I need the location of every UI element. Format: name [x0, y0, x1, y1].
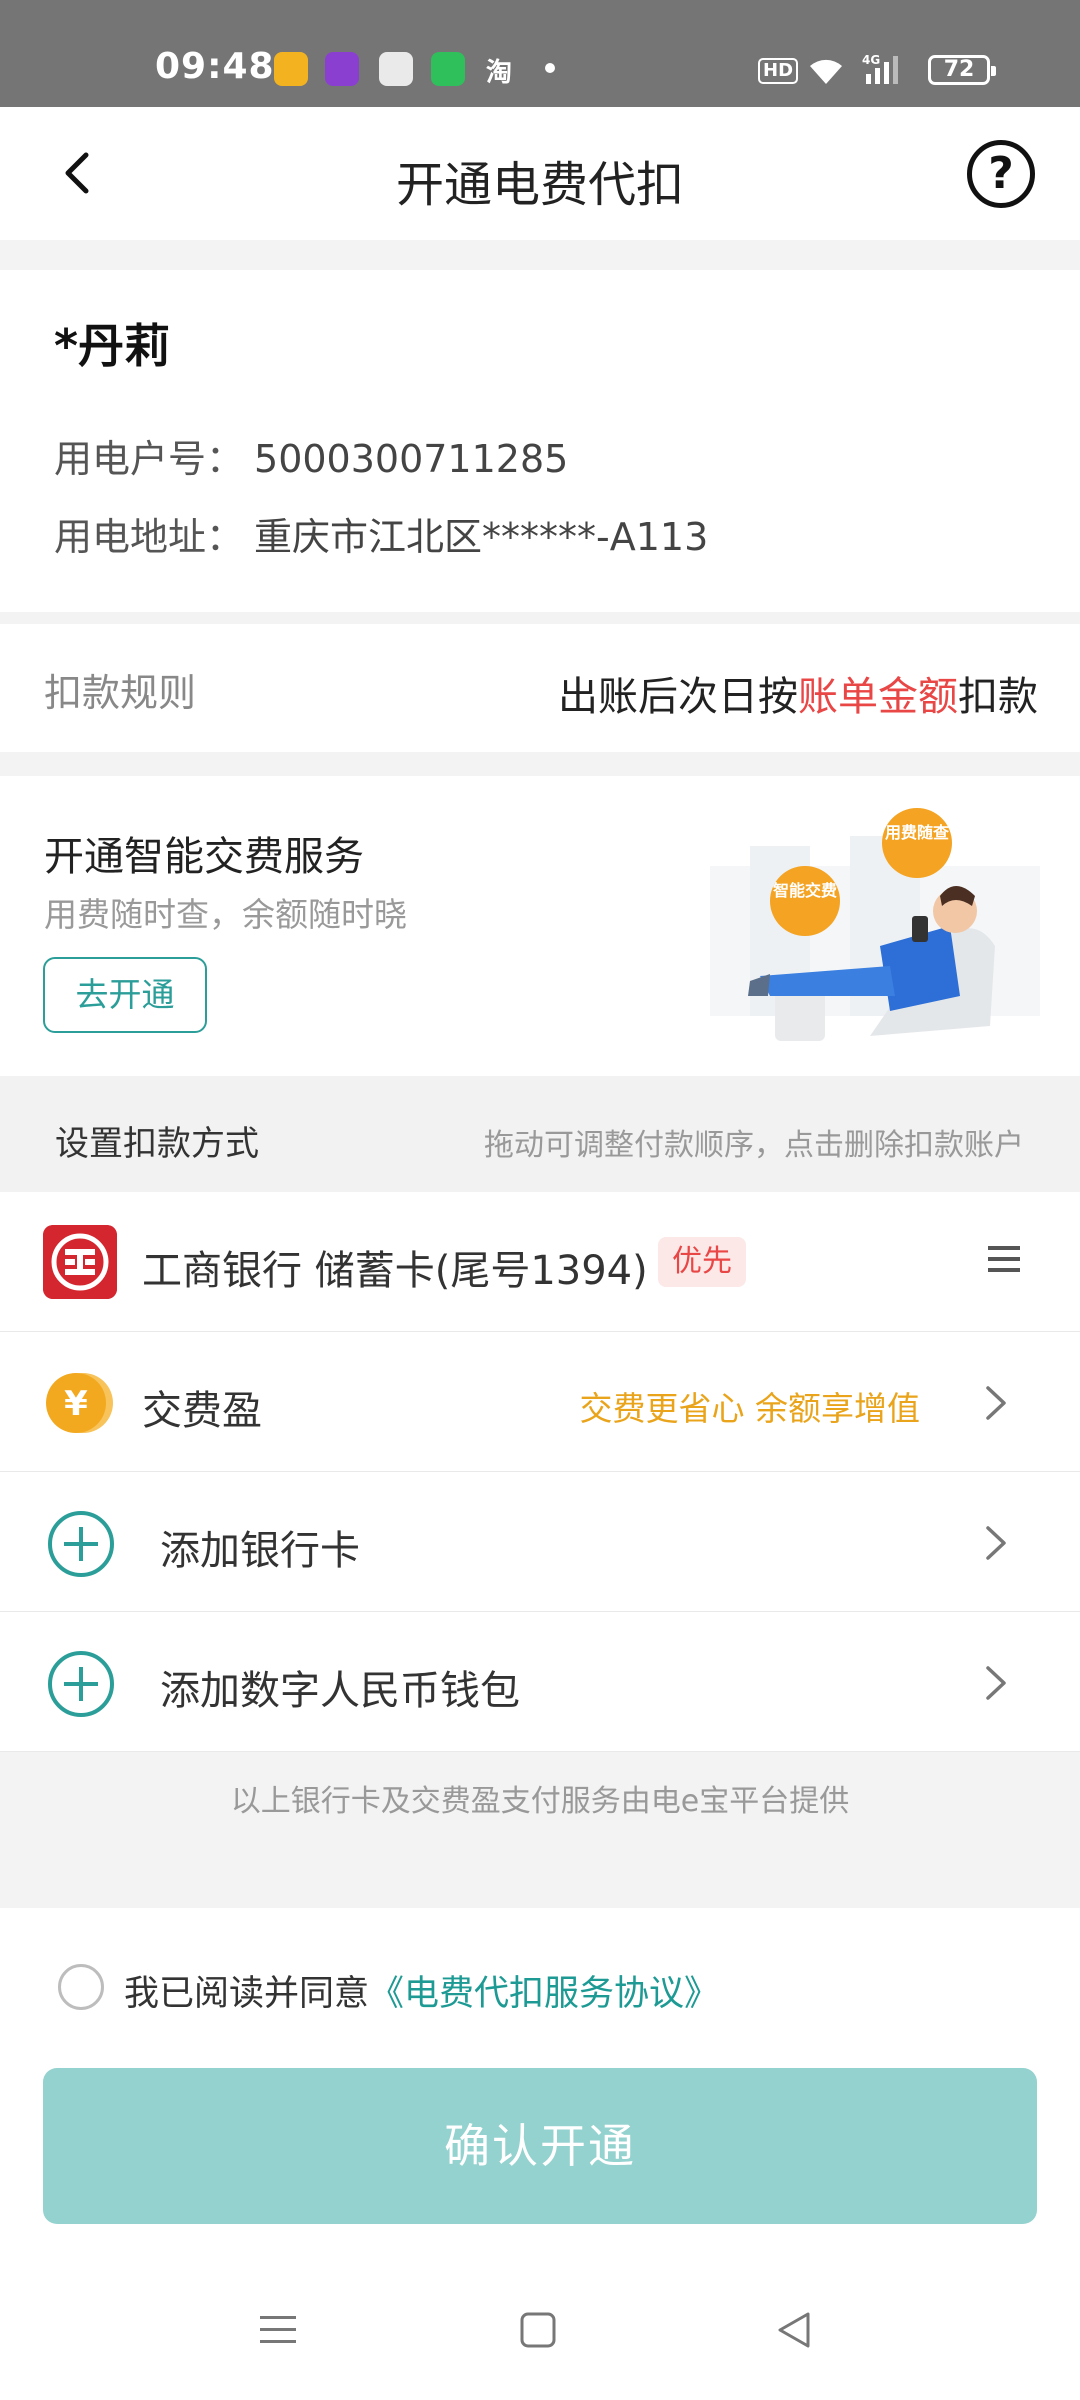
- deduction-rule-row: 扣款规则 出账后次日按账单金额扣款: [0, 624, 1080, 752]
- smart-service-illustration: 智能交费 用费随查: [650, 796, 1050, 1066]
- help-icon[interactable]: ?: [967, 140, 1035, 208]
- account-card: *丹莉 用电户号： 5000300711285 用电地址： 重庆市江北区******…: [0, 270, 1080, 612]
- phone-app-icon: [431, 52, 465, 86]
- add-bank-card-label: 添加银行卡: [160, 1528, 360, 1574]
- rule-highlight: 账单金额: [798, 674, 958, 720]
- chevron-right-icon: [986, 1666, 1006, 1700]
- agreement-link[interactable]: 《电费代扣服务协议》: [369, 1974, 719, 2014]
- system-nav-bar: [0, 2290, 1080, 2380]
- deduction-rule-label: 扣款规则: [44, 671, 197, 715]
- smart-service-subtitle: 用费随时查，余额随时晓: [44, 895, 407, 934]
- payment-section-hint: 拖动可调整付款顺序，点击删除扣款账户: [484, 1128, 1024, 1163]
- add-bank-card-row[interactable]: 添加银行卡: [0, 1472, 1080, 1612]
- account-number-row: 用电户号： 5000300711285: [54, 428, 568, 483]
- account-name: *丹莉: [54, 319, 171, 373]
- deduction-rule-value: 出账后次日按账单金额扣款: [558, 664, 1038, 722]
- account-number: 5000300711285: [254, 437, 569, 481]
- bank-app-icon: [325, 52, 359, 86]
- smart-pay-bubble: 智能交费: [770, 866, 840, 936]
- status-time: 09:48: [155, 46, 275, 87]
- jiaofeiying-tag: 交费更省心 余额享增值: [579, 1389, 921, 1428]
- smart-service-title: 开通智能交费服务: [44, 834, 364, 880]
- priority-badge: 优先: [658, 1237, 746, 1287]
- notification-dot-icon: [545, 63, 555, 73]
- icbc-logo-icon: [43, 1225, 117, 1299]
- payment-section-title: 设置扣款方式: [55, 1124, 259, 1164]
- header: 开通电费代扣 ?: [0, 107, 1080, 240]
- drag-handle-icon[interactable]: [988, 1244, 1020, 1274]
- weibo-app-icon: [274, 52, 308, 86]
- account-address-row: 用电地址： 重庆市江北区******-A113: [54, 506, 708, 561]
- rule-suffix: 扣款: [958, 674, 1038, 720]
- jiaofeiying-row[interactable]: ¥ 交费盈 交费更省心 余额享增值: [0, 1332, 1080, 1472]
- home-icon[interactable]: [518, 2310, 558, 2350]
- chevron-right-icon: [986, 1526, 1006, 1560]
- hd-icon: HD: [758, 58, 799, 84]
- menu-icon[interactable]: [258, 2310, 298, 2350]
- confirm-open-button[interactable]: 确认开通: [43, 2068, 1037, 2224]
- battery-icon: 72: [928, 55, 996, 85]
- rule-prefix: 出账后次日按: [558, 674, 798, 720]
- account-number-label: 用电户号：: [54, 437, 245, 481]
- open-smart-service-button[interactable]: 去开通: [43, 957, 207, 1033]
- taobao-app-icon: 淘: [486, 58, 513, 88]
- add-digital-wallet-label: 添加数字人民币钱包: [160, 1668, 520, 1714]
- page-title: 开通电费代扣: [395, 157, 684, 213]
- yuan-coin-icon: ¥: [46, 1373, 113, 1433]
- browser-app-icon: [379, 52, 413, 86]
- signal-icon: 4G: [862, 53, 898, 84]
- person-sofa-icon: [710, 836, 1040, 1041]
- provider-note: 以上银行卡及交费盈支付服务由电e宝平台提供: [230, 1784, 850, 1819]
- status-bar: 09:48 淘 HD 4G 72: [0, 0, 1080, 107]
- chevron-right-icon: [986, 1386, 1006, 1420]
- network-type: 4G: [862, 53, 880, 67]
- smart-service-banner: 开通智能交费服务 用费随时查，余额随时晓 去开通 智能交费 用费随查: [0, 776, 1080, 1076]
- back-icon[interactable]: [774, 2310, 814, 2350]
- add-circle-icon: [48, 1651, 114, 1717]
- svg-text:¥: ¥: [64, 1384, 88, 1424]
- agreement-text: 我已阅读并同意: [124, 1974, 370, 2014]
- account-address: 重庆市江北区******-A113: [254, 515, 709, 559]
- usage-query-bubble: 用费随查: [882, 808, 952, 878]
- bank-card-label: 工商银行 储蓄卡(尾号1394): [142, 1248, 648, 1294]
- wifi-icon: [810, 59, 842, 84]
- bank-card-row[interactable]: 工商银行 储蓄卡(尾号1394) 优先: [0, 1192, 1080, 1332]
- agreement-row: 我已阅读并同意《电费代扣服务协议》: [124, 1965, 719, 2016]
- account-address-label: 用电地址：: [54, 515, 245, 559]
- jiaofeiying-label: 交费盈: [142, 1388, 262, 1434]
- agreement-checkbox[interactable]: [58, 1964, 104, 2010]
- payment-section-header: 设置扣款方式 拖动可调整付款顺序，点击删除扣款账户: [0, 1076, 1080, 1192]
- add-circle-icon: [48, 1511, 114, 1577]
- add-digital-wallet-row[interactable]: 添加数字人民币钱包: [0, 1612, 1080, 1752]
